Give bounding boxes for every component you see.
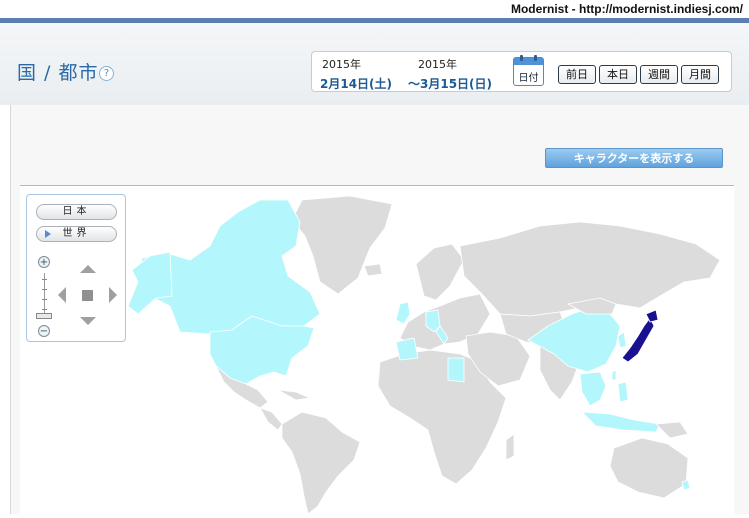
today-button[interactable]: 本日 [599, 65, 637, 84]
end-year: 2015年 [418, 58, 457, 71]
calendar-label: 日付 [518, 73, 539, 84]
date-range-box: 2015年 2月14日(土) 2015年 ～3月15日(日) 日付 前日 本日 … [311, 51, 732, 92]
map-region-new-guinea[interactable] [655, 421, 689, 439]
map-region-south-america[interactable] [281, 411, 361, 515]
map-region-hokkaido[interactable] [645, 309, 659, 323]
month-button[interactable]: 月間 [681, 65, 719, 84]
map-region-central-america[interactable] [259, 407, 283, 431]
pan-up-icon[interactable] [80, 265, 96, 273]
map-region-japan[interactable] [621, 317, 655, 363]
world-view-button[interactable]: 世界 [36, 226, 117, 242]
map-region-alaska[interactable] [127, 251, 173, 315]
map-control-panel: 日本 世界 + − [26, 194, 126, 342]
start-date[interactable]: 2015年 2月14日(土) [320, 56, 392, 92]
map-region-iceland[interactable] [363, 263, 383, 277]
zoom-tick [42, 279, 47, 280]
site-credit: Modernist - http://modernist.indiesj.com… [510, 2, 743, 16]
pan-right-icon[interactable] [109, 287, 117, 303]
zoom-tick [42, 299, 47, 300]
map-region-australia[interactable] [609, 437, 689, 499]
map-region-caribbean[interactable] [277, 389, 312, 401]
map-region-egypt[interactable] [447, 357, 465, 383]
map-region-new-zealand[interactable] [681, 479, 691, 491]
map-region-southeast-asia[interactable] [579, 371, 607, 407]
map-region-greenland[interactable] [291, 195, 393, 295]
map-region-madagascar[interactable] [505, 433, 515, 461]
pan-down-icon[interactable] [80, 317, 96, 325]
help-icon[interactable]: ? [99, 66, 115, 81]
map-region-united-kingdom[interactable] [395, 301, 411, 325]
zoom-slider-handle[interactable] [36, 313, 52, 319]
prev-day-button[interactable]: 前日 [558, 65, 596, 84]
show-characters-button[interactable]: キャラクターを表示する [545, 148, 723, 168]
page-title: 国 / 都市? [0, 58, 115, 85]
map-region-taiwan[interactable] [611, 369, 617, 381]
world-view-label: 世界 [62, 228, 91, 239]
map-region-scandinavia[interactable] [415, 243, 465, 301]
japan-view-button[interactable]: 日本 [36, 204, 117, 220]
end-day: ～3月15日(日) [408, 77, 493, 91]
start-year: 2015年 [322, 58, 361, 71]
world-map[interactable] [20, 186, 734, 515]
play-icon [45, 230, 51, 238]
end-date[interactable]: 2015年 ～3月15日(日) [408, 56, 492, 92]
calendar-icon[interactable]: 日付 [513, 55, 544, 86]
world-map-svg [127, 195, 721, 515]
zoom-out-icon[interactable]: − [38, 325, 50, 337]
map-region-korea[interactable] [617, 331, 627, 349]
map-region-philippines[interactable] [617, 381, 629, 403]
start-day: 2月14日(土) [320, 77, 393, 91]
map-region-indonesia[interactable] [580, 411, 661, 433]
zoom-tick [42, 309, 47, 310]
pan-left-icon[interactable] [58, 287, 66, 303]
pan-center-icon[interactable] [82, 290, 93, 301]
week-button[interactable]: 週間 [640, 65, 678, 84]
map-region-algeria[interactable] [395, 337, 419, 361]
zoom-tick [42, 289, 47, 290]
page-title-text: 国 / 都市 [17, 62, 99, 84]
zoom-in-icon[interactable]: + [38, 256, 50, 268]
